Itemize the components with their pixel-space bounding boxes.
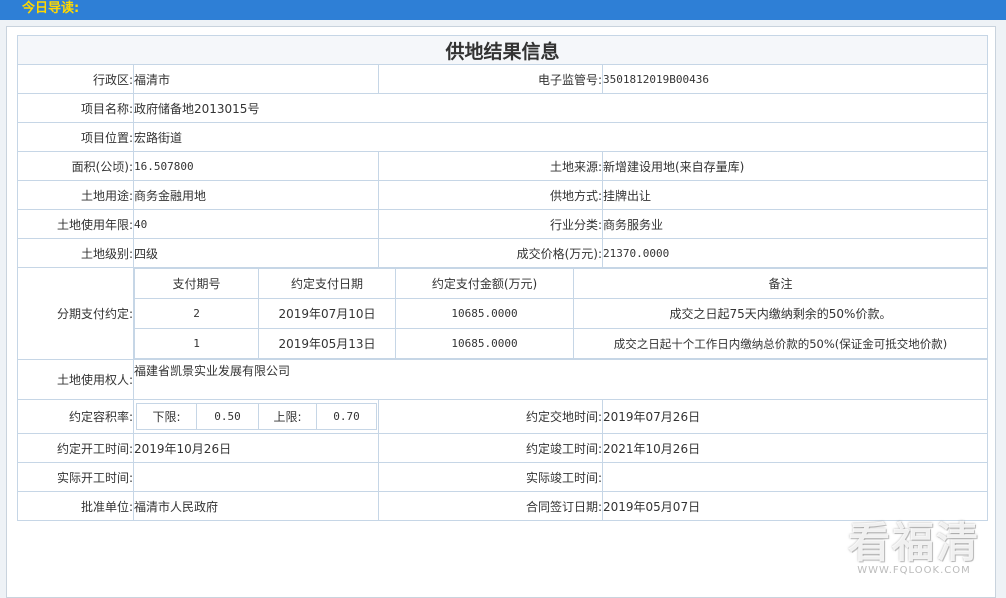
project-name-value: 政府储备地2013015号	[132, 93, 989, 123]
land-grade-value: 四级	[133, 238, 379, 268]
plot-ratio-lower-label: 下限:	[136, 403, 197, 430]
plot-ratio-table: 下限: 0.50 上限: 0.70	[136, 403, 377, 430]
supply-method-label: 供地方式:	[378, 180, 603, 210]
contract-date-label: 合同签订日期:	[378, 491, 603, 521]
plot-ratio-lower-value: 0.50	[196, 403, 259, 430]
start-time-label: 约定开工时间:	[17, 433, 134, 463]
table-row: 1 2019年05月13日 10685.0000 成交之日起十个工作日内缴纳总价…	[134, 328, 988, 359]
site-watermark: 看福清 WWW.FQLOOK.COM	[847, 518, 980, 577]
district-label: 行政区:	[17, 64, 134, 94]
installments-header-note: 备注	[573, 268, 988, 299]
supervision-no-label: 电子监管号:	[378, 64, 603, 94]
approval-unit-label: 批准单位:	[17, 491, 134, 521]
plot-ratio-upper-label: 上限:	[258, 403, 317, 430]
price-value: 21370.0000	[601, 238, 989, 268]
actual-completion-label: 实际竣工时间:	[378, 462, 603, 492]
content-panel: 供地结果信息 行政区: 福清市 电子监管号: 3501812019B00436 …	[6, 26, 996, 598]
installment-date: 2019年07月10日	[258, 298, 396, 329]
installments-header-date: 约定支付日期	[258, 268, 396, 299]
land-source-value: 新增建设用地(来自存量库)	[601, 151, 989, 181]
land-grade-label: 土地级别:	[17, 238, 134, 268]
plot-ratio-label: 约定容积率:	[17, 399, 134, 434]
installment-amount: 10685.0000	[395, 328, 574, 359]
plot-ratio-upper-value: 0.70	[316, 403, 377, 430]
land-use-value: 商务金融用地	[133, 180, 379, 210]
actual-start-value	[133, 462, 379, 492]
start-time-value: 2019年10月26日	[133, 433, 379, 463]
supervision-no-value: 3501812019B00436	[601, 64, 989, 94]
contract-date-value: 2019年05月07日	[601, 491, 989, 521]
delivery-time-label: 约定交地时间:	[378, 399, 603, 434]
installment-note: 成交之日起十个工作日内缴纳总价款的50%(保证金可抵交地价款)	[573, 328, 988, 359]
watermark-url: WWW.FQLOOK.COM	[857, 565, 971, 576]
installment-date: 2019年05月13日	[258, 328, 396, 359]
price-label: 成交价格(万元):	[378, 238, 603, 268]
supply-method-value: 挂牌出让	[601, 180, 989, 210]
actual-start-label: 实际开工时间:	[17, 462, 134, 492]
installments-table: 支付期号 约定支付日期 约定支付金额(万元) 备注 2 2019年07月10日 …	[134, 268, 988, 359]
top-bar: 今日导读:	[0, 0, 1006, 20]
area-value: 16.507800	[133, 151, 379, 181]
installments-header-row: 支付期号 约定支付日期 约定支付金额(万元) 备注	[134, 268, 988, 299]
completion-time-label: 约定竣工时间:	[378, 433, 603, 463]
land-owner-label: 土地使用权人:	[17, 359, 134, 400]
project-name-label: 项目名称:	[17, 93, 134, 123]
watermark-logo-text: 看福清	[847, 518, 980, 567]
district-value: 福清市	[133, 64, 379, 94]
industry-value: 商务服务业	[601, 209, 989, 239]
completion-time-value: 2021年10月26日	[601, 433, 989, 463]
installment-period: 1	[134, 328, 259, 359]
delivery-time-value: 2019年07月26日	[601, 399, 989, 434]
area-label: 面积(公顷):	[17, 151, 134, 181]
plot-ratio-cell: 下限: 0.50 上限: 0.70	[133, 399, 379, 434]
use-years-label: 土地使用年限:	[17, 209, 134, 239]
land-source-label: 土地来源:	[378, 151, 603, 181]
industry-label: 行业分类:	[378, 209, 603, 239]
today-guide-title: 今日导读:	[22, 1, 80, 16]
installments-cell: 支付期号 约定支付日期 约定支付金额(万元) 备注 2 2019年07月10日 …	[132, 267, 989, 360]
use-years-value: 40	[133, 209, 379, 239]
land-supply-result-table: 供地结果信息 行政区: 福清市 电子监管号: 3501812019B00436 …	[16, 35, 989, 521]
installment-amount: 10685.0000	[395, 298, 574, 329]
installment-note: 成交之日起75天内缴纳剩余的50%价款。	[573, 298, 988, 329]
approval-unit-value: 福清市人民政府	[133, 491, 379, 521]
land-owner-value: 福建省凯景实业发展有限公司	[132, 359, 989, 400]
page-title: 供地结果信息	[16, 35, 989, 65]
installments-header-amount: 约定支付金额(万元)	[395, 268, 574, 299]
table-row: 2 2019年07月10日 10685.0000 成交之日起75天内缴纳剩余的5…	[134, 298, 988, 329]
land-use-label: 土地用途:	[17, 180, 134, 210]
installment-period: 2	[134, 298, 259, 329]
installments-label: 分期支付约定:	[17, 267, 134, 360]
installments-header-period: 支付期号	[134, 268, 259, 299]
project-location-label: 项目位置:	[17, 122, 134, 152]
actual-completion-value	[601, 462, 989, 492]
project-location-value: 宏路街道	[132, 122, 989, 152]
